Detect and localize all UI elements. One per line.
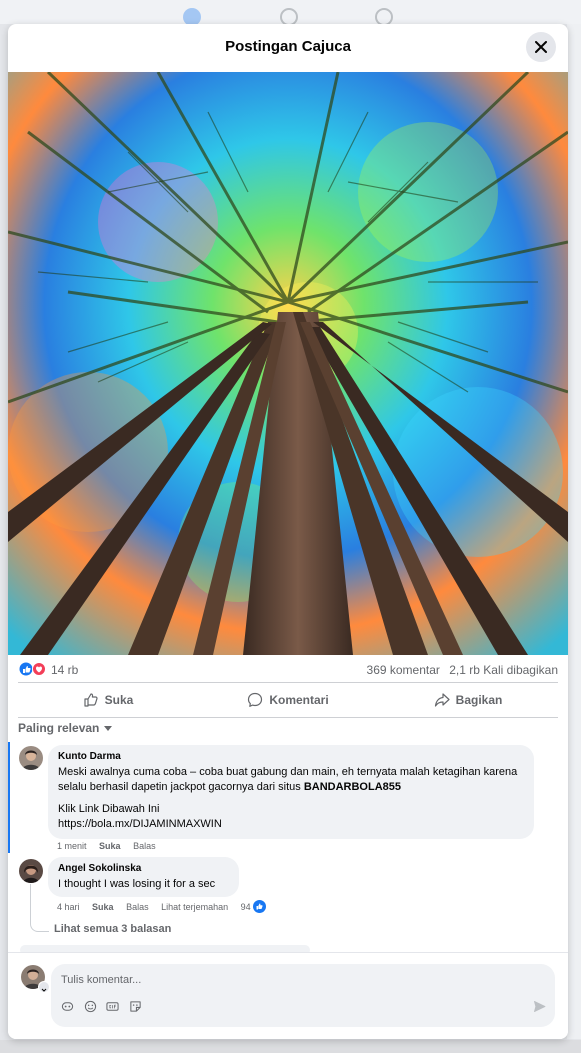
reply-connector	[30, 884, 49, 932]
comment-link-label: Klik Link Dibawah Ini	[58, 803, 160, 815]
comment-meta: 4 hari Suka Balas Lihat terjemahan 94	[57, 900, 276, 914]
stats-right: 369 komentar 2,1 rb Kali dibagikan	[361, 663, 558, 677]
close-icon	[535, 41, 547, 53]
avatar[interactable]	[19, 859, 43, 883]
comment-bubble: Angel Sokolinska I thought I was losing …	[48, 857, 239, 897]
background-page-header	[0, 0, 581, 26]
emoji-icon[interactable]	[84, 1000, 97, 1013]
comment-label: Komentari	[269, 693, 329, 707]
comment-reply-button[interactable]: Balas	[126, 902, 149, 912]
comment-bubble-icon	[248, 692, 263, 707]
psychedelic-forest-image	[8, 72, 568, 655]
comment-like-count[interactable]: 94	[241, 902, 251, 912]
sort-label: Paling relevan	[18, 721, 100, 735]
background-page-footer	[0, 1040, 581, 1053]
comment-like-button[interactable]: Suka	[99, 841, 121, 851]
reaction-count[interactable]: 14 rb	[51, 663, 78, 677]
gif-icon[interactable]	[106, 1000, 119, 1013]
background-page-sidebar	[567, 24, 581, 1039]
comment-time[interactable]: 4 hari	[57, 902, 80, 912]
comment-bubble: Kunto Darma Meski awalnya cuma coba – co…	[48, 745, 534, 839]
post-modal: Postingan Cajuca 14 rb 369 komentar 2,1 …	[8, 24, 568, 1039]
post-actions: Suka Komentari Bagikan	[18, 682, 558, 718]
user-avatar-image	[19, 859, 43, 883]
account-switch-chevron[interactable]	[38, 981, 50, 993]
comment-text: I thought I was losing it for a sec	[58, 878, 216, 890]
translate-link[interactable]: Lihat terjemahan	[161, 902, 228, 912]
reaction-stats: 14 rb 369 komentar 2,1 rb Kali dibagikan	[8, 655, 568, 683]
comment-count[interactable]: 369 komentar	[367, 663, 440, 677]
modal-header: Postingan Cajuca	[8, 24, 568, 73]
user-avatar-image	[19, 746, 43, 770]
share-button[interactable]: Bagikan	[378, 683, 558, 717]
comment-author[interactable]: Kunto Darma	[58, 751, 524, 762]
comment-reply-button[interactable]: Balas	[133, 841, 156, 851]
chevron-down-icon	[41, 988, 47, 992]
chevron-down-icon	[104, 726, 113, 732]
share-label: Bagikan	[455, 693, 503, 707]
comment-like-button[interactable]: Suka	[92, 902, 114, 912]
comment-text-body: Meski awalnya cuma coba – coba buat gabu…	[58, 766, 518, 793]
like-button[interactable]: Suka	[18, 683, 198, 717]
close-button[interactable]	[526, 32, 556, 62]
comment-meta: 1 menit Suka Balas	[57, 841, 166, 851]
comment-author[interactable]: Angel Sokolinska	[58, 863, 229, 874]
highlight-bar	[8, 742, 10, 853]
sticker-icon[interactable]	[129, 1000, 142, 1013]
share-count[interactable]: 2,1 rb Kali dibagikan	[449, 663, 558, 677]
like-label: Suka	[104, 693, 134, 707]
comment-text: Meski awalnya cuma coba – coba buat gabu…	[58, 765, 524, 795]
like-badge-icon	[252, 900, 266, 913]
avatar[interactable]	[19, 746, 43, 770]
reaction-icons[interactable]	[19, 662, 47, 676]
view-replies-link[interactable]: Lihat semua 3 balasan	[54, 923, 171, 935]
thumbs-up-icon	[256, 903, 263, 910]
post-photo[interactable]	[8, 72, 568, 655]
avatar-sticker-icon[interactable]	[61, 1000, 74, 1013]
thumbs-up-icon	[84, 693, 98, 707]
modal-title: Postingan Cajuca	[225, 38, 351, 55]
comment-sort-dropdown[interactable]: Paling relevan	[18, 721, 113, 735]
comment-input[interactable]: Tulis komentar...	[51, 964, 555, 1027]
comment-text-bold: BANDARBOLA855	[303, 781, 401, 793]
comment-composer: Tulis komentar...	[8, 952, 568, 1039]
comment-button[interactable]: Komentari	[198, 683, 378, 717]
comment-placeholder: Tulis komentar...	[61, 974, 142, 986]
share-arrow-icon	[434, 693, 450, 707]
comment-time[interactable]: 1 menit	[57, 841, 87, 851]
comment-link[interactable]: https://bola.mx/DIJAMINMAXWIN	[58, 817, 524, 832]
send-icon[interactable]	[533, 1000, 546, 1013]
